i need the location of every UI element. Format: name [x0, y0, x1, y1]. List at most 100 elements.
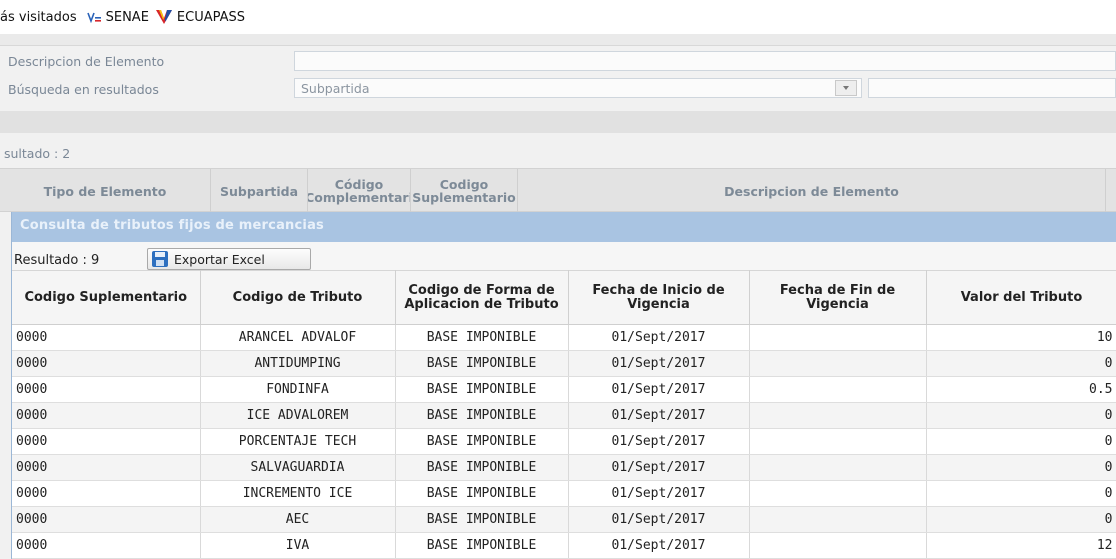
table-row[interactable]: 0000 FONDINFA BASE IMPONIBLE 01/Sept/201… — [12, 376, 1116, 403]
bookmark-mas-visitados[interactable]: ás visitados — [0, 10, 77, 25]
cell-suplementario: 0000 — [12, 454, 201, 481]
bookmark-ecuapass[interactable]: ECUAPASS — [155, 9, 245, 25]
modal-toolbar: Resultado : 9 Exportar Excel — [12, 242, 1116, 270]
cell-suplementario: 0000 — [12, 402, 201, 429]
cell-fecha-fin — [749, 428, 927, 455]
cell-fecha-inicio: 01/Sept/2017 — [568, 506, 750, 533]
col-forma-aplicacion[interactable]: Codigo de Forma de Aplicacion de Tributo — [395, 270, 569, 325]
descripcion-input[interactable] — [294, 51, 1116, 71]
bookmark-senae[interactable]: SENAE — [83, 10, 149, 25]
cell-tributo: PORCENTAJE TECH — [200, 428, 396, 455]
cell-tributo: SALVAGUARDIA — [200, 454, 396, 481]
background-result-count: sultado : 2 — [4, 146, 71, 161]
tributos-modal: Consulta de tributos fijos de mercancias… — [11, 212, 1116, 559]
busqueda-row: Búsqueda en resultados Subpartida — [0, 77, 1116, 101]
cell-forma: BASE IMPONIBLE — [395, 454, 569, 481]
cell-tributo: ICE ADVALOREM — [200, 402, 396, 429]
modal-title: Consulta de tributos fijos de mercancias — [20, 218, 324, 233]
bg-col-descripcion: Descripcion de Elemento — [518, 169, 1106, 213]
cell-forma: BASE IMPONIBLE — [395, 376, 569, 403]
tributos-table: Codigo Suplementario Codigo de Tributo C… — [12, 270, 1116, 559]
cell-suplementario: 0000 — [12, 350, 201, 377]
table-row[interactable]: 0000 PORCENTAJE TECH BASE IMPONIBLE 01/S… — [12, 428, 1116, 455]
cell-fecha-fin — [749, 454, 927, 481]
table-header-row: Codigo Suplementario Codigo de Tributo C… — [12, 270, 1116, 325]
chevron-down-icon[interactable] — [835, 80, 857, 96]
cell-valor: 0 — [926, 350, 1116, 377]
table-row[interactable]: 0000 AEC BASE IMPONIBLE 01/Sept/2017 0 — [12, 506, 1116, 533]
cell-forma: BASE IMPONIBLE — [395, 402, 569, 429]
cell-fecha-fin — [749, 376, 927, 403]
cell-fecha-inicio: 01/Sept/2017 — [568, 454, 750, 481]
busqueda-text-input[interactable] — [868, 78, 1116, 98]
table-row[interactable]: 0000 ICE ADVALOREM BASE IMPONIBLE 01/Sep… — [12, 402, 1116, 429]
cell-tributo: INCREMENTO ICE — [200, 480, 396, 507]
bookmark-label: ás visitados — [0, 9, 77, 25]
export-excel-label: Exportar Excel — [174, 251, 265, 267]
cell-forma: BASE IMPONIBLE — [395, 350, 569, 377]
bg-col-complementario: Código Complementari — [308, 169, 411, 213]
cell-forma: BASE IMPONIBLE — [395, 480, 569, 507]
cell-fecha-fin — [749, 324, 927, 351]
cell-fecha-inicio: 01/Sept/2017 — [568, 324, 750, 351]
cell-tributo: FONDINFA — [200, 376, 396, 403]
busqueda-select[interactable]: Subpartida — [294, 78, 862, 98]
cell-suplementario: 0000 — [12, 324, 201, 351]
bookmark-label: ECUAPASS — [176, 9, 246, 25]
descripcion-row: Descripcion de Elemento — [0, 50, 1116, 74]
cell-forma: BASE IMPONIBLE — [395, 428, 569, 455]
senae-logo-icon — [86, 11, 102, 24]
cell-suplementario: 0000 — [12, 506, 201, 533]
cell-forma: BASE IMPONIBLE — [395, 506, 569, 533]
result-count: Resultado : 9 — [14, 253, 100, 268]
cell-fecha-fin — [749, 506, 927, 533]
table-row[interactable]: 0000 ANTIDUMPING BASE IMPONIBLE 01/Sept/… — [12, 350, 1116, 377]
table-row[interactable]: 0000 IVA BASE IMPONIBLE 01/Sept/2017 12 — [12, 532, 1116, 559]
cell-suplementario: 0000 — [12, 532, 201, 559]
col-codigo-suplementario[interactable]: Codigo Suplementario — [12, 270, 201, 325]
modal-title-bar[interactable]: Consulta de tributos fijos de mercancias — [12, 212, 1116, 242]
cell-suplementario: 0000 — [12, 480, 201, 507]
col-codigo-tributo[interactable]: Codigo de Tributo — [200, 270, 396, 325]
bookmarks-bar: ás visitados SENAE ECUAPASS — [0, 0, 1116, 34]
col-fecha-inicio[interactable]: Fecha de Inicio de Vigencia — [568, 270, 750, 325]
cell-fecha-inicio: 01/Sept/2017 — [568, 376, 750, 403]
table-row[interactable]: 0000 ARANCEL ADVALOF BASE IMPONIBLE 01/S… — [12, 324, 1116, 351]
cell-valor: 12 — [926, 532, 1116, 559]
background-top-strip — [0, 34, 1116, 46]
cell-tributo: IVA — [200, 532, 396, 559]
cell-valor: 0 — [926, 480, 1116, 507]
busqueda-select-value: Subpartida — [301, 81, 370, 96]
col-fecha-fin[interactable]: Fecha de Fin de Vigencia — [749, 270, 927, 325]
table-row[interactable]: 0000 INCREMENTO ICE BASE IMPONIBLE 01/Se… — [12, 480, 1116, 507]
cell-fecha-inicio: 01/Sept/2017 — [568, 350, 750, 377]
background-band — [0, 111, 1116, 133]
cell-forma: BASE IMPONIBLE — [395, 324, 569, 351]
cell-valor: 0.5 — [926, 376, 1116, 403]
cell-valor: 0 — [926, 428, 1116, 455]
export-excel-button[interactable]: Exportar Excel — [147, 248, 311, 270]
cell-valor: 0 — [926, 506, 1116, 533]
descripcion-label: Descripcion de Elemento — [8, 54, 165, 69]
cell-fecha-inicio: 01/Sept/2017 — [568, 402, 750, 429]
bg-col-suplementario: Codigo Suplementario — [411, 169, 518, 213]
cell-forma: BASE IMPONIBLE — [395, 532, 569, 559]
cell-valor: 10 — [926, 324, 1116, 351]
cell-fecha-inicio: 01/Sept/2017 — [568, 480, 750, 507]
bg-col-subpartida: Subpartida — [211, 169, 308, 213]
table-row[interactable]: 0000 SALVAGUARDIA BASE IMPONIBLE 01/Sept… — [12, 454, 1116, 481]
save-icon — [152, 251, 168, 267]
ecuapass-logo-icon — [155, 9, 173, 25]
bg-col-tipo: Tipo de Elemento — [0, 169, 211, 213]
cell-fecha-fin — [749, 402, 927, 429]
cell-valor: 0 — [926, 454, 1116, 481]
cell-fecha-inicio: 01/Sept/2017 — [568, 428, 750, 455]
busqueda-label: Búsqueda en resultados — [8, 82, 159, 97]
cell-suplementario: 0000 — [12, 428, 201, 455]
col-valor-tributo[interactable]: Valor del Tributo — [926, 270, 1116, 325]
cell-suplementario: 0000 — [12, 376, 201, 403]
cell-tributo: AEC — [200, 506, 396, 533]
bookmark-label: SENAE — [105, 9, 149, 25]
cell-fecha-fin — [749, 480, 927, 507]
cell-fecha-fin — [749, 350, 927, 377]
